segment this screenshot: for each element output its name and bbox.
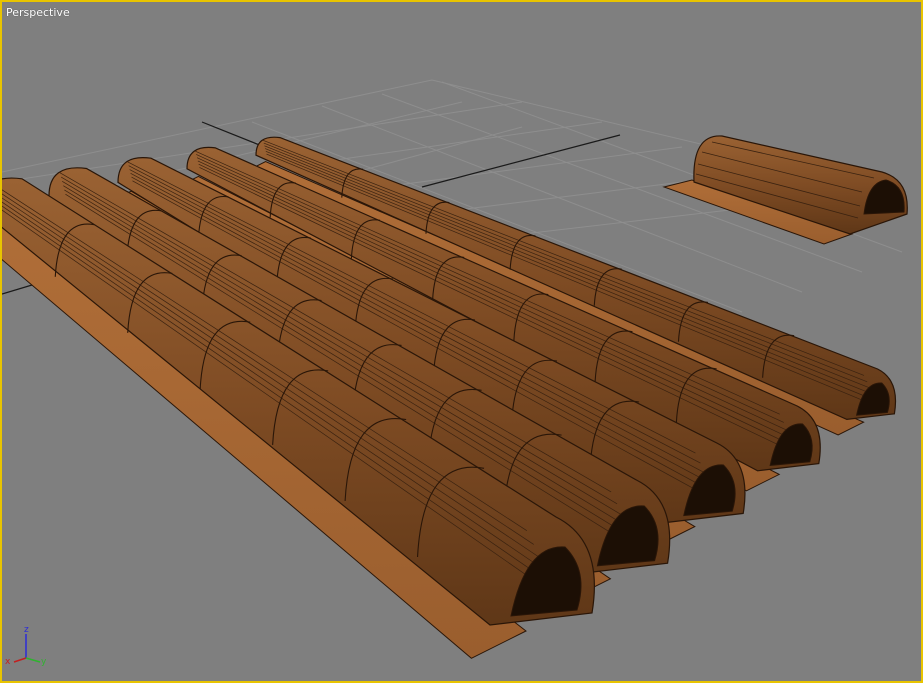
viewport-label[interactable]: Perspective bbox=[6, 6, 70, 19]
single-roof-tile[interactable] bbox=[662, 135, 908, 245]
perspective-viewport[interactable]: Perspective z x y bbox=[0, 0, 923, 683]
axis-gizmo: z x y bbox=[5, 625, 47, 667]
gizmo-y-label: y bbox=[41, 657, 47, 667]
gizmo-x-label: x bbox=[5, 657, 11, 667]
scene-canvas[interactable]: z x y bbox=[2, 2, 921, 681]
gizmo-z-label: z bbox=[24, 625, 29, 635]
